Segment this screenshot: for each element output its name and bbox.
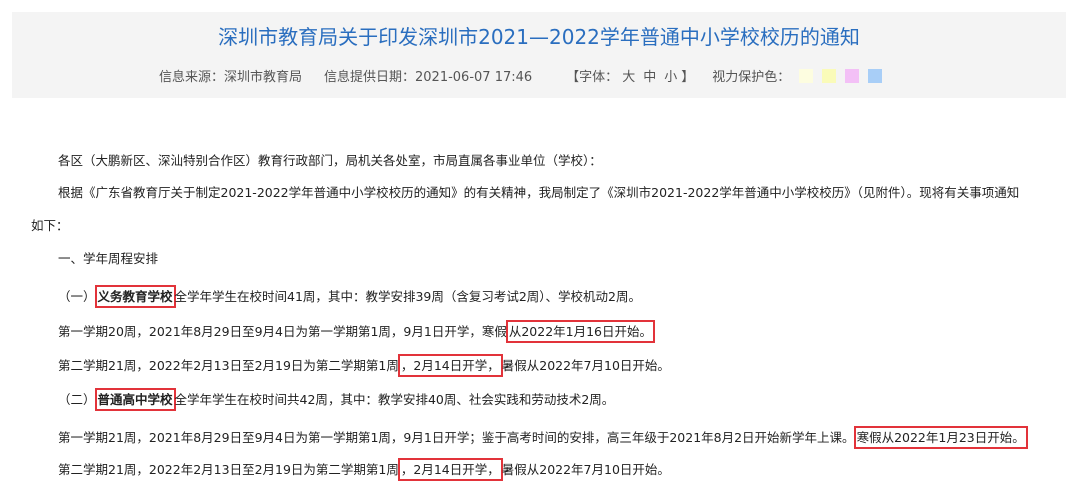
font-medium-link[interactable]: 中 [643, 66, 656, 85]
font-small-link[interactable]: 小 [664, 66, 677, 85]
para-text: 全学年学生在校时间41周，其中：教学安排39周（含复习考试2周）、学校机动2周。 [174, 289, 642, 304]
para-recipients: 各区（大鹏新区、深汕特别合作区）教育行政部门，局机关各处室，市局直属各事业单位（… [58, 153, 602, 168]
highlight-compulsory-school: 义务教育学校 [94, 285, 176, 308]
section-heading: 一、学年周程安排 [58, 251, 159, 266]
font-large-link[interactable]: 大 [622, 66, 635, 85]
para-highschool: （二） 普通高中学校 全学年学生在校时间共42周，其中：教学安排40周、社会实践和劳… [58, 388, 615, 411]
para-text: 全学年学生在校时间共42周，其中：教学安排40周、社会实践和劳动技术2周。 [174, 392, 615, 407]
para-text: 第一学期21周，2021年8月29日至9月4日为第一学期第1周，9月1日开学；鉴… [58, 430, 855, 445]
eye-care-swatch-3[interactable] [845, 68, 860, 83]
highlight-high-school: 普通高中学校 [94, 388, 176, 411]
para-compulsory-term1: 第一学期20周，2021年8月29日至9月4日为第一学期第1周，9月1日开学，寒… [58, 320, 656, 343]
para-highschool-term2: 第二学期21周，2022年2月13日至2月19日为第二学期第1周 ，2月14日开学… [58, 458, 670, 481]
eye-care-label: 视力保护色： [712, 70, 791, 85]
para-text: 第二学期21周，2022年2月13日至2月19日为第二学期第1周 [58, 358, 399, 373]
highlight-winter-break-1: 从2022年1月16日开始。 [505, 320, 656, 343]
article-header: 深圳市教育局关于印发深圳市2021—2022学年普通中小学校校历的通知 信息来源… [12, 12, 1066, 98]
font-size-label: 【字体： [566, 70, 619, 85]
article-title: 深圳市教育局关于印发深圳市2021—2022学年普通中小学校校历的通知 [218, 25, 860, 49]
article-meta: 信息来源：深圳市教育局 信息提供日期：2021-06-07 17:46 【字体：… [159, 66, 883, 85]
eye-care-swatch-4[interactable] [868, 68, 883, 83]
highlight-winter-break-2: 寒假从2022年1月23日开始。 [853, 426, 1028, 449]
highlight-start-date-1: ，2月14日开学， [397, 354, 503, 377]
para-text: 暑假从2022年7月10日开始。 [501, 462, 670, 477]
eye-care-swatch-1[interactable] [799, 68, 814, 83]
para-text: 第二学期21周，2022年2月13日至2月19日为第二学期第1周 [58, 462, 399, 477]
highlight-start-date-2: ，2月14日开学， [397, 458, 503, 481]
para-text: 第一学期20周，2021年8月29日至9月4日为第一学期第1周，9月1日开学，寒… [58, 324, 507, 339]
para-basis-cont: 如下： [31, 218, 69, 233]
eye-care-swatch-2[interactable] [822, 68, 837, 83]
para-compulsory-term2: 第二学期21周，2022年2月13日至2月19日为第二学期第1周 ，2月14日开学… [58, 354, 670, 377]
item-number: （一） [58, 289, 96, 304]
para-compulsory: （一） 义务教育学校 全学年学生在校时间41周，其中：教学安排39周（含复习考试2周… [58, 285, 642, 308]
item-number: （二） [58, 392, 96, 407]
para-text: 暑假从2022年7月10日开始。 [501, 358, 670, 373]
font-size-close: 】 [681, 70, 695, 85]
para-basis: 根据《广东省教育厅关于制定2021-2022学年普通中小学校校历的通知》的有关精… [58, 185, 1020, 200]
para-highschool-term1: 第一学期21周，2021年8月29日至9月4日为第一学期第1周，9月1日开学；鉴… [58, 426, 1028, 449]
info-date: 信息提供日期：2021-06-07 17:46 [324, 70, 533, 85]
info-source: 信息来源：深圳市教育局 [159, 70, 303, 85]
